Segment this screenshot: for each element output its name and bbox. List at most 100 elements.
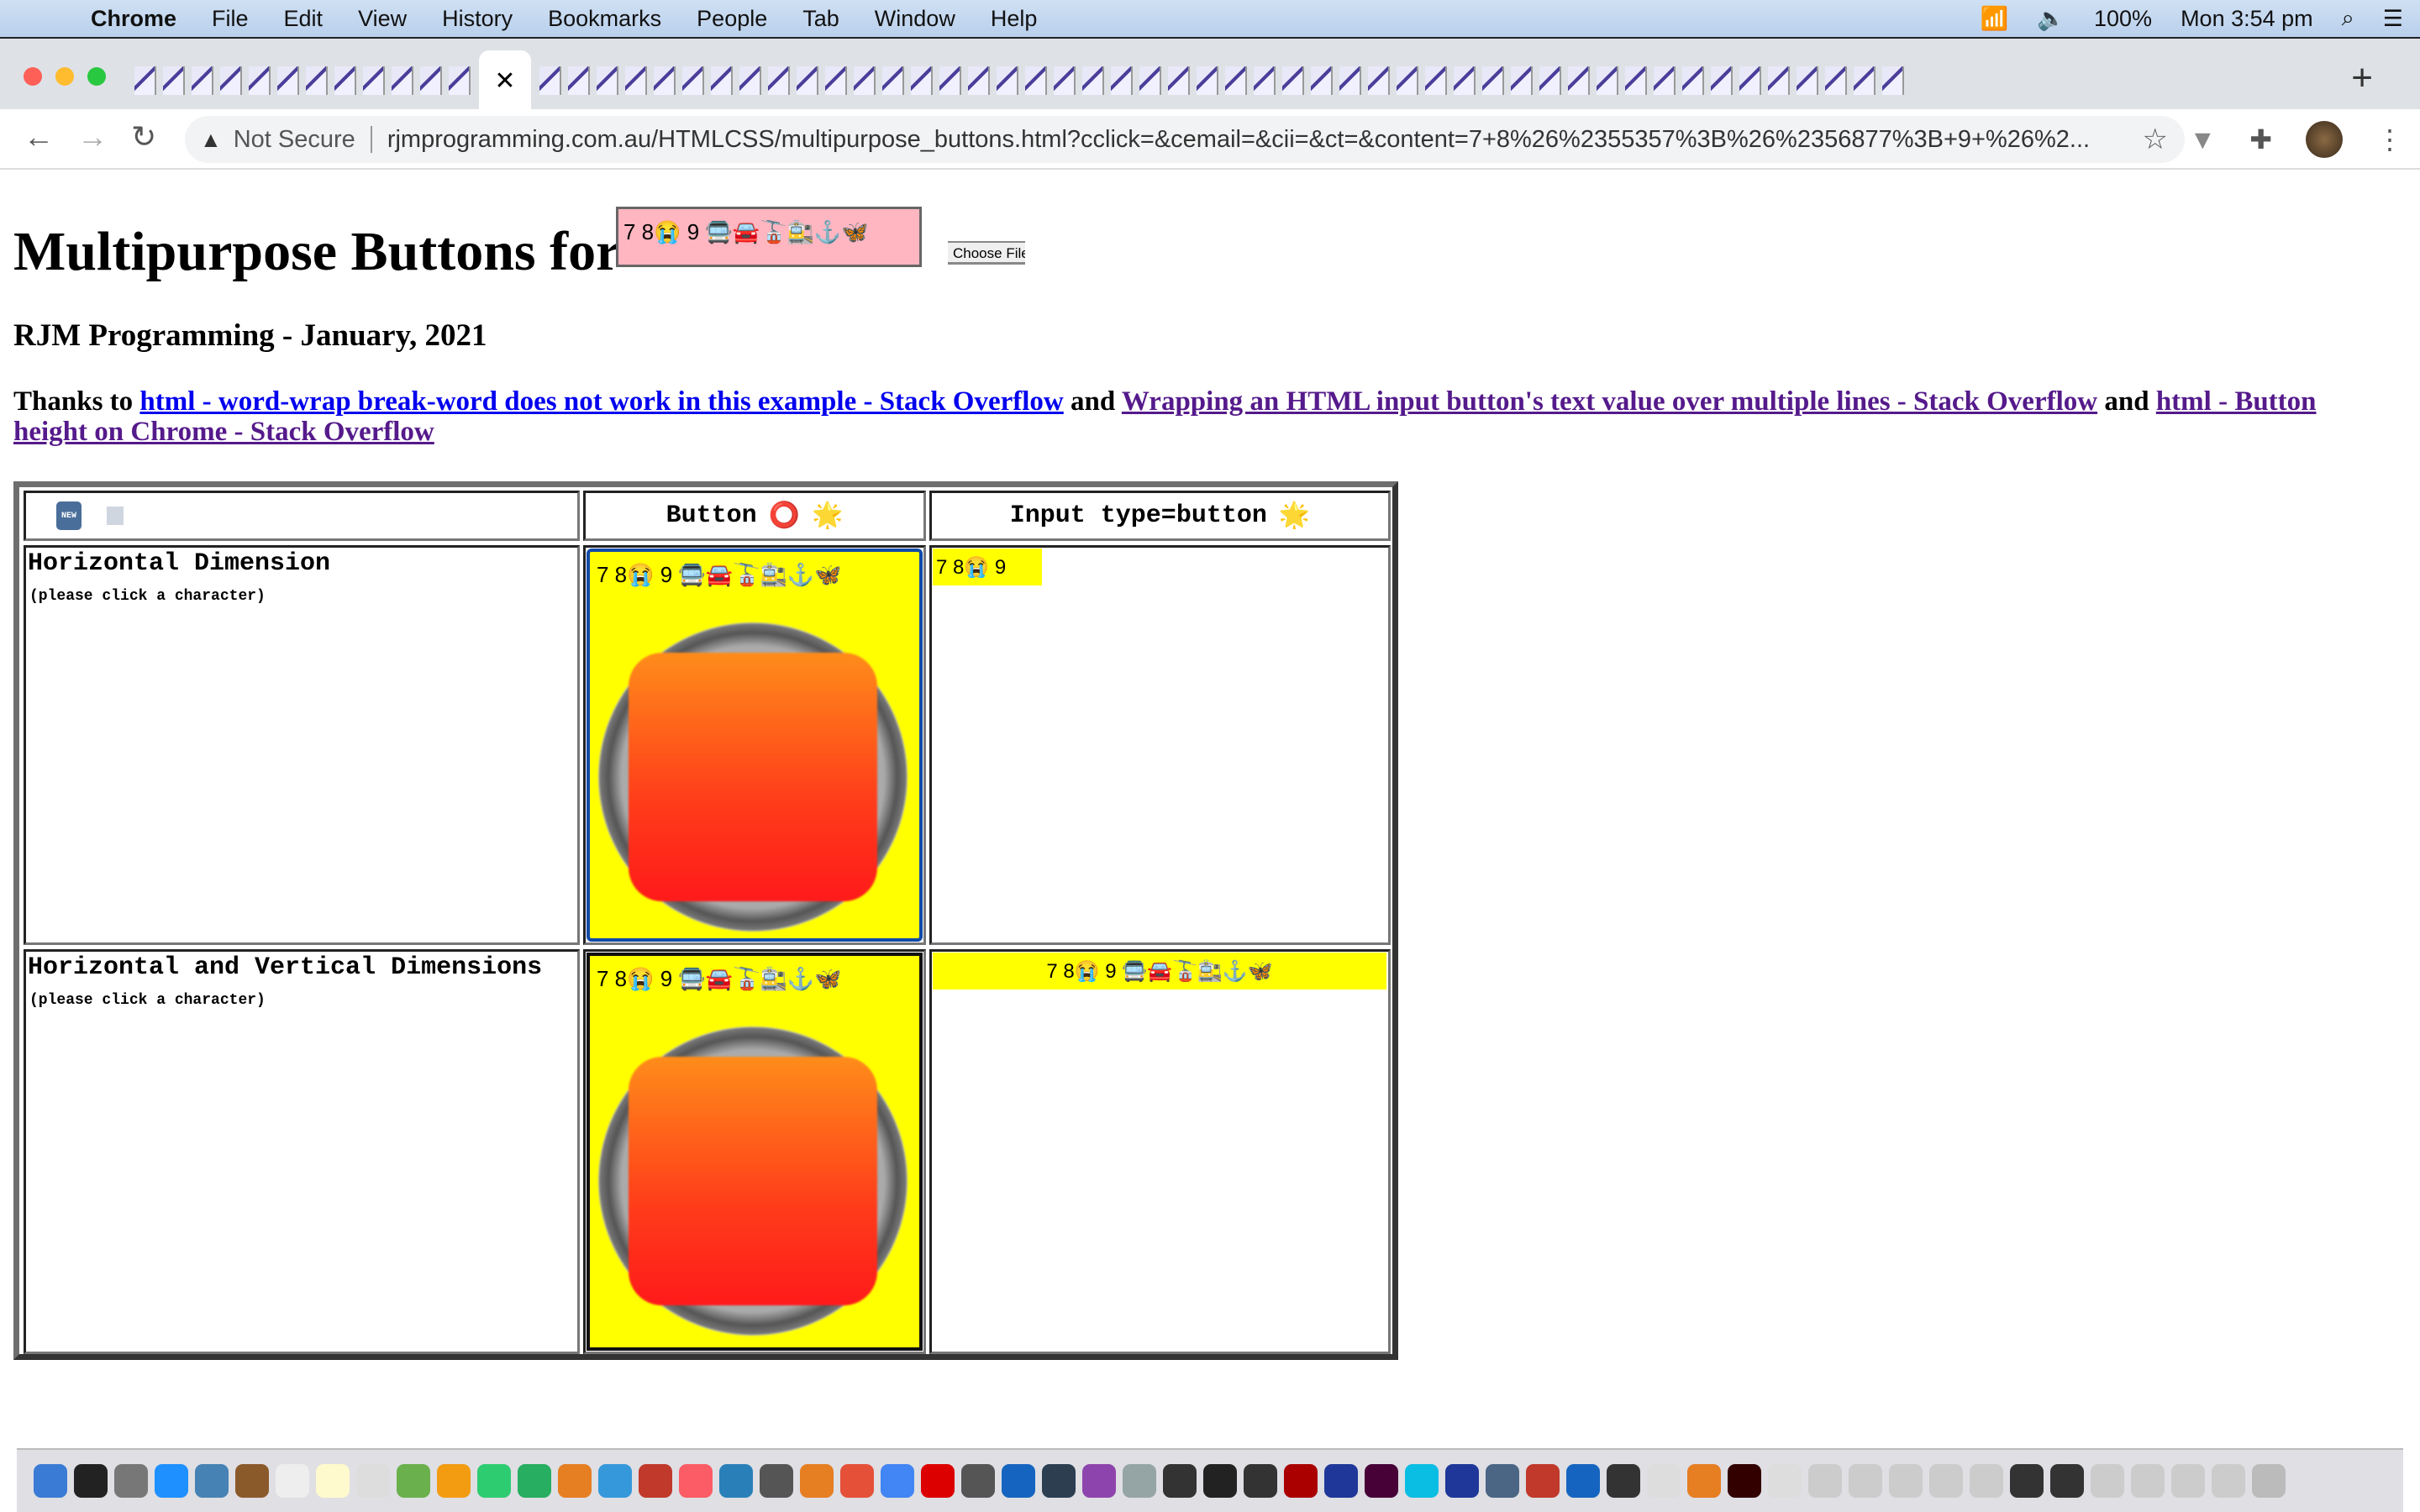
dock-app-icon[interactable] (2010, 1464, 2044, 1498)
star-icon[interactable]: 🌟 (812, 501, 843, 532)
image-icon[interactable] (107, 507, 124, 525)
active-tab-close-icon[interactable]: ✕ (479, 50, 531, 111)
menu-edit[interactable]: Edit (284, 6, 324, 32)
tab-favicon[interactable] (1197, 66, 1218, 95)
link-wrapping-input[interactable]: Wrapping an HTML input button's text val… (1122, 386, 2097, 417)
security-status[interactable]: Not Secure (234, 126, 355, 154)
tab-favicon[interactable] (1282, 66, 1304, 95)
tab-favicon[interactable] (163, 66, 185, 95)
dock-app-icon[interactable] (1687, 1464, 1721, 1498)
dock-app-icon[interactable] (881, 1464, 914, 1498)
bookmark-star-icon[interactable]: ☆ (2143, 123, 2168, 156)
dock-app-icon[interactable] (1284, 1464, 1318, 1498)
link-word-wrap[interactable]: html - word-wrap break-word does not wor… (139, 386, 1063, 417)
vue-extension-icon[interactable]: ▼ (2190, 124, 2217, 155)
dock-app-icon[interactable] (1768, 1464, 1802, 1498)
tab-favicon[interactable] (1682, 66, 1704, 95)
dock-app-icon[interactable] (719, 1464, 753, 1498)
dock-app-icon[interactable] (598, 1464, 632, 1498)
url-text[interactable]: rjmprogramming.com.au/HTMLCSS/multipurpo… (387, 126, 2090, 154)
dock-app-icon[interactable] (1002, 1464, 1035, 1498)
tab-favicon[interactable] (568, 66, 590, 95)
tab-favicon[interactable] (220, 66, 242, 95)
dock-app-icon[interactable] (2091, 1464, 2124, 1498)
tab-favicon[interactable] (625, 66, 647, 95)
red-circle-icon[interactable]: ⭕ (769, 501, 800, 532)
dock-app-icon[interactable] (1929, 1464, 1963, 1498)
new-badge-icon[interactable]: NEW (56, 501, 82, 530)
menu-view[interactable]: View (358, 6, 407, 32)
tab-favicon[interactable] (363, 66, 385, 95)
dock-app-icon[interactable] (195, 1464, 229, 1498)
tab-favicon[interactable] (1139, 66, 1161, 95)
tab-favicon[interactable] (654, 66, 676, 95)
tab-favicon[interactable] (334, 66, 356, 95)
close-window-button[interactable] (24, 67, 42, 86)
dock-app-icon[interactable] (1526, 1464, 1560, 1498)
dock-app-icon[interactable] (1365, 1464, 1398, 1498)
tab-favicon[interactable] (682, 66, 704, 95)
menu-tab[interactable]: Tab (802, 6, 839, 32)
tab-favicon[interactable] (249, 66, 271, 95)
dock-app-icon[interactable] (1042, 1464, 1076, 1498)
tab-favicon[interactable] (1625, 66, 1647, 95)
volume-icon[interactable]: 🔈 (2037, 5, 2065, 32)
dock-app-icon[interactable] (1244, 1464, 1277, 1498)
dock-app-icon[interactable] (477, 1464, 511, 1498)
tab-favicon[interactable] (997, 66, 1018, 95)
tab-favicon[interactable] (420, 66, 442, 95)
menu-file[interactable]: File (212, 6, 249, 32)
dock-app-icon[interactable] (1647, 1464, 1681, 1498)
wifi-icon[interactable]: 📶 (1981, 5, 2009, 32)
tab-favicon[interactable] (1454, 66, 1476, 95)
tab-favicon[interactable] (1397, 66, 1418, 95)
extensions-puzzle-icon[interactable]: ✚ (2249, 123, 2272, 155)
dock-app-icon[interactable] (356, 1464, 390, 1498)
tab-favicon[interactable] (1597, 66, 1618, 95)
tab-favicon[interactable] (797, 66, 818, 95)
control-center-icon[interactable]: ☰ (2383, 6, 2403, 32)
menu-help[interactable]: Help (991, 6, 1038, 32)
tab-favicon[interactable] (1054, 66, 1076, 95)
dock-app-icon[interactable] (1808, 1464, 1842, 1498)
tab-favicon[interactable] (768, 66, 790, 95)
tab-favicon[interactable] (1425, 66, 1447, 95)
forward-icon[interactable]: → (77, 119, 108, 155)
tab-favicon[interactable] (306, 66, 328, 95)
menu-bookmarks[interactable]: Bookmarks (548, 6, 661, 32)
dock-app-icon[interactable] (1849, 1464, 1882, 1498)
dock-app-icon[interactable] (155, 1464, 188, 1498)
dock-app-icon[interactable] (34, 1464, 67, 1498)
minimize-window-button[interactable] (55, 67, 74, 86)
warning-icon[interactable]: ▲ (200, 127, 222, 153)
dock-app-icon[interactable] (74, 1464, 108, 1498)
multipurpose-button-horizontal[interactable]: 7 8😭 9 🚍🚘🚡🚉⚓🦋 (587, 549, 923, 942)
tab-favicon[interactable] (1482, 66, 1504, 95)
tab-favicon[interactable] (539, 66, 561, 95)
tab-favicon[interactable] (392, 66, 413, 95)
dock-app-icon[interactable] (1163, 1464, 1197, 1498)
back-icon[interactable]: ← (24, 119, 54, 155)
tab-favicon[interactable] (597, 66, 618, 95)
dock-app-icon[interactable] (921, 1464, 955, 1498)
dock-app-icon[interactable] (1566, 1464, 1600, 1498)
tab-favicon[interactable] (1739, 66, 1761, 95)
dock-app-icon[interactable] (2252, 1464, 2286, 1498)
dock-app-icon[interactable] (114, 1464, 148, 1498)
dock-app-icon[interactable] (1889, 1464, 1923, 1498)
clock[interactable]: Mon 3:54 pm (2181, 6, 2313, 32)
multipurpose-button-both[interactable]: 7 8😭 9 🚍🚘🚡🚉⚓🦋 (587, 953, 923, 1351)
dock-app-icon[interactable] (316, 1464, 350, 1498)
tab-favicon[interactable] (134, 66, 156, 95)
profile-avatar[interactable] (2306, 121, 2343, 158)
dock-app-icon[interactable] (639, 1464, 672, 1498)
tab-favicon[interactable] (1225, 66, 1247, 95)
address-bar[interactable]: ▲ Not Secure rjmprogramming.com.au/HTMLC… (185, 116, 2185, 163)
menu-history[interactable]: History (442, 6, 513, 32)
tab-favicon[interactable] (968, 66, 990, 95)
tab-favicon[interactable] (882, 66, 904, 95)
dock-app-icon[interactable] (1445, 1464, 1479, 1498)
dock-app-icon[interactable] (1123, 1464, 1156, 1498)
dock-app-icon[interactable] (397, 1464, 430, 1498)
tab-favicon[interactable] (1854, 66, 1876, 95)
